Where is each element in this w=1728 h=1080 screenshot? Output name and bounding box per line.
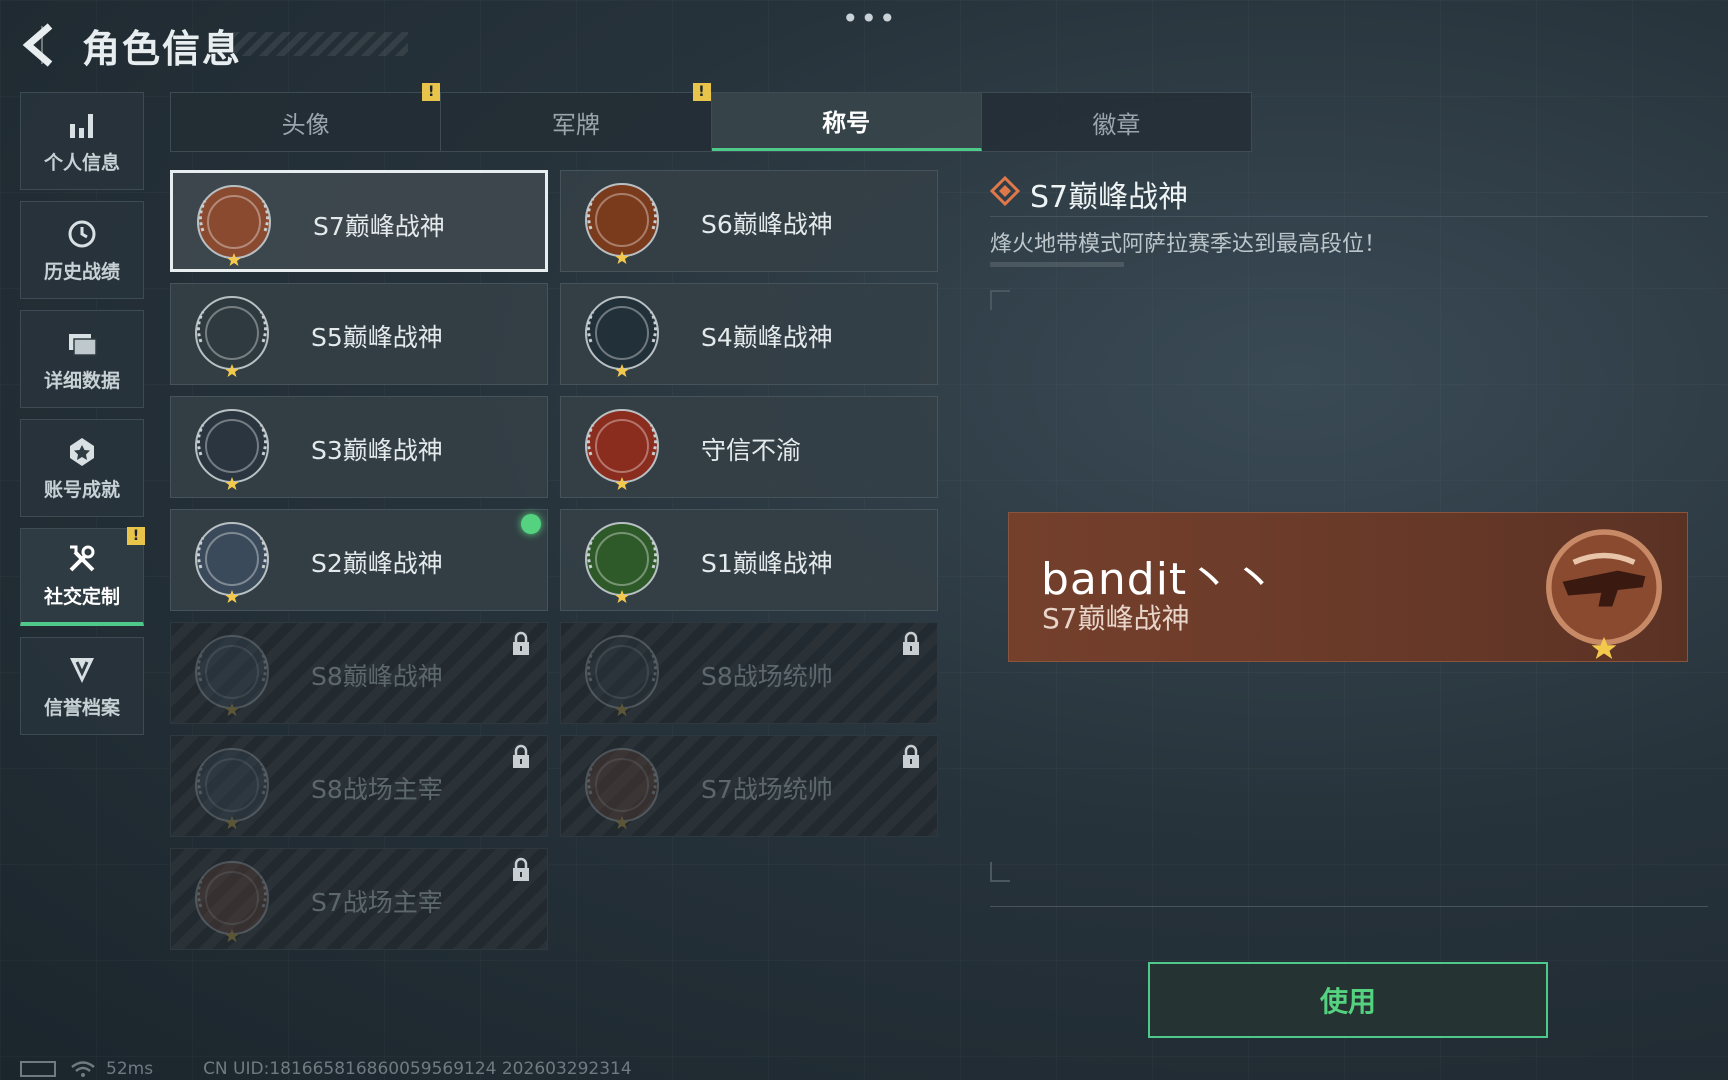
title-name: 守信不渝 <box>701 436 802 465</box>
status-bar: 52ms CN UID:181665816860059569124 202603… <box>20 1058 632 1080</box>
more-options-icon[interactable]: ••• <box>842 2 898 35</box>
title-card[interactable]: 守信不渝 <box>560 396 938 498</box>
side-nav-label: 个人信息 <box>43 151 120 174</box>
side-nav-personal-info[interactable]: 个人信息 <box>20 92 144 190</box>
s7-emblem-icon <box>1546 529 1662 659</box>
title-card[interactable]: S6巅峰战神 <box>560 170 938 272</box>
shield-icon <box>70 657 94 683</box>
title-card[interactable]: S7巅峰战神 <box>170 170 548 272</box>
side-nav-social-custom[interactable]: 社交定制 ! <box>20 527 145 626</box>
warning-badge: ! <box>692 83 711 101</box>
title-card[interactable]: S2巅峰战神 <box>170 509 548 611</box>
title-emblem-icon <box>195 748 269 829</box>
lock-icon <box>903 631 919 655</box>
history-icon <box>68 220 96 247</box>
tab-label: 军牌 <box>551 110 600 139</box>
title-card[interactable]: S8巅峰战神 <box>170 622 548 724</box>
tab-label: 称号 <box>822 109 871 137</box>
title-name: S7巅峰战神 <box>313 212 445 241</box>
decoration-bar <box>990 262 1124 267</box>
side-nav-label: 账号成就 <box>43 478 120 501</box>
title-emblem-icon <box>585 522 659 603</box>
title-card[interactable]: S7战场统帅 <box>560 735 938 837</box>
equipped-indicator <box>521 514 541 534</box>
frame-corner <box>990 290 1010 310</box>
warning-badge: ! <box>422 83 441 101</box>
title-name: S5巅峰战神 <box>311 323 443 352</box>
bar-chart-icon <box>70 113 93 138</box>
tools-icon <box>69 545 95 572</box>
battery-icon <box>20 1061 56 1077</box>
title-emblem-icon <box>195 296 269 377</box>
wifi-icon <box>71 1061 95 1077</box>
ping-text: 52ms <box>106 1059 154 1079</box>
title-emblem-icon <box>195 409 269 490</box>
detail-title: S7巅峰战神 <box>1030 180 1189 215</box>
title-name: S2巅峰战神 <box>311 549 443 578</box>
title-emblem-icon <box>195 522 269 603</box>
divider <box>990 216 1708 217</box>
lock-icon <box>903 744 919 768</box>
tab-label: 头像 <box>281 110 330 139</box>
folder-icon <box>69 333 97 356</box>
title-emblem-icon <box>585 635 659 716</box>
title-card[interactable]: S7战场主宰 <box>170 848 548 950</box>
lock-icon <box>513 857 529 881</box>
side-nav-label: 信誉档案 <box>43 696 120 719</box>
side-nav-history[interactable]: 历史战绩 <box>20 201 144 299</box>
preview-title: S7巅峰战神 <box>1042 602 1190 635</box>
tab-avatar[interactable]: 头像 ! <box>171 83 442 151</box>
back-arrow-icon[interactable] <box>20 22 60 68</box>
side-nav-achievements[interactable]: 账号成就 <box>20 419 144 517</box>
side-nav-label: 历史战绩 <box>43 260 120 283</box>
tab-label: 徽章 <box>1092 110 1141 139</box>
side-nav-detailed-data[interactable]: 详细数据 <box>20 310 144 408</box>
title-name: S8战场统帅 <box>701 662 833 691</box>
title-name: S8巅峰战神 <box>311 662 443 691</box>
title-card[interactable]: S8战场统帅 <box>560 622 938 724</box>
tab-title[interactable]: 称号 <box>711 93 982 151</box>
side-nav-label: 社交定制 <box>43 586 120 608</box>
side-nav-label: 详细数据 <box>43 369 120 392</box>
title-emblem-icon <box>195 861 269 942</box>
tab-badge[interactable]: 徽章 <box>982 93 1251 151</box>
title-emblem-icon <box>585 409 659 490</box>
lock-icon <box>513 744 529 768</box>
title-name: S1巅峰战神 <box>701 549 833 578</box>
title-card[interactable]: S4巅峰战神 <box>560 283 938 385</box>
title-emblem-icon <box>585 183 659 264</box>
title-name: S3巅峰战神 <box>311 436 443 465</box>
frame-corner <box>990 862 1010 882</box>
diamond-icon <box>990 176 1020 206</box>
use-button[interactable]: 使用 <box>1148 962 1548 1038</box>
title-name: S6巅峰战神 <box>701 210 833 239</box>
title-card[interactable]: S5巅峰战神 <box>170 283 548 385</box>
divider <box>990 906 1708 907</box>
title-card[interactable]: S8战场主宰 <box>170 735 548 837</box>
title-name: S7战场主宰 <box>311 888 443 917</box>
tab-bar: 头像 ! 军牌 ! 称号 徽章 <box>170 83 1252 152</box>
achievement-icon <box>70 437 94 466</box>
page-title: 角色信息 <box>82 27 243 71</box>
title-emblem-icon <box>195 635 269 716</box>
title-emblem-icon <box>585 748 659 829</box>
lock-icon <box>513 631 529 655</box>
side-nav-credit[interactable]: 信誉档案 <box>20 637 144 735</box>
title-preview-card: bandit丶丶 S7巅峰战神 <box>1008 512 1688 662</box>
title-emblem-icon <box>585 296 659 377</box>
title-name: S4巅峰战神 <box>701 323 833 352</box>
title-name: S8战场主宰 <box>311 775 443 804</box>
warning-badge: ! <box>127 527 145 545</box>
title-decoration <box>232 32 408 56</box>
uid-text: CN UID:181665816860059569124 20260329231… <box>203 1059 632 1079</box>
title-card[interactable]: S1巅峰战神 <box>560 509 938 611</box>
tab-dog-tag[interactable]: 军牌 ! <box>441 83 712 151</box>
detail-description: 烽火地带模式阿萨拉赛季达到最高段位！ <box>990 232 1387 257</box>
title-emblem-icon <box>197 185 271 266</box>
title-card[interactable]: S3巅峰战神 <box>170 396 548 498</box>
side-nav: 个人信息 历史战绩 详细数据 账号成就 社交定制 ! 信誉档案 <box>20 92 145 746</box>
title-name: S7战场统帅 <box>701 775 833 804</box>
